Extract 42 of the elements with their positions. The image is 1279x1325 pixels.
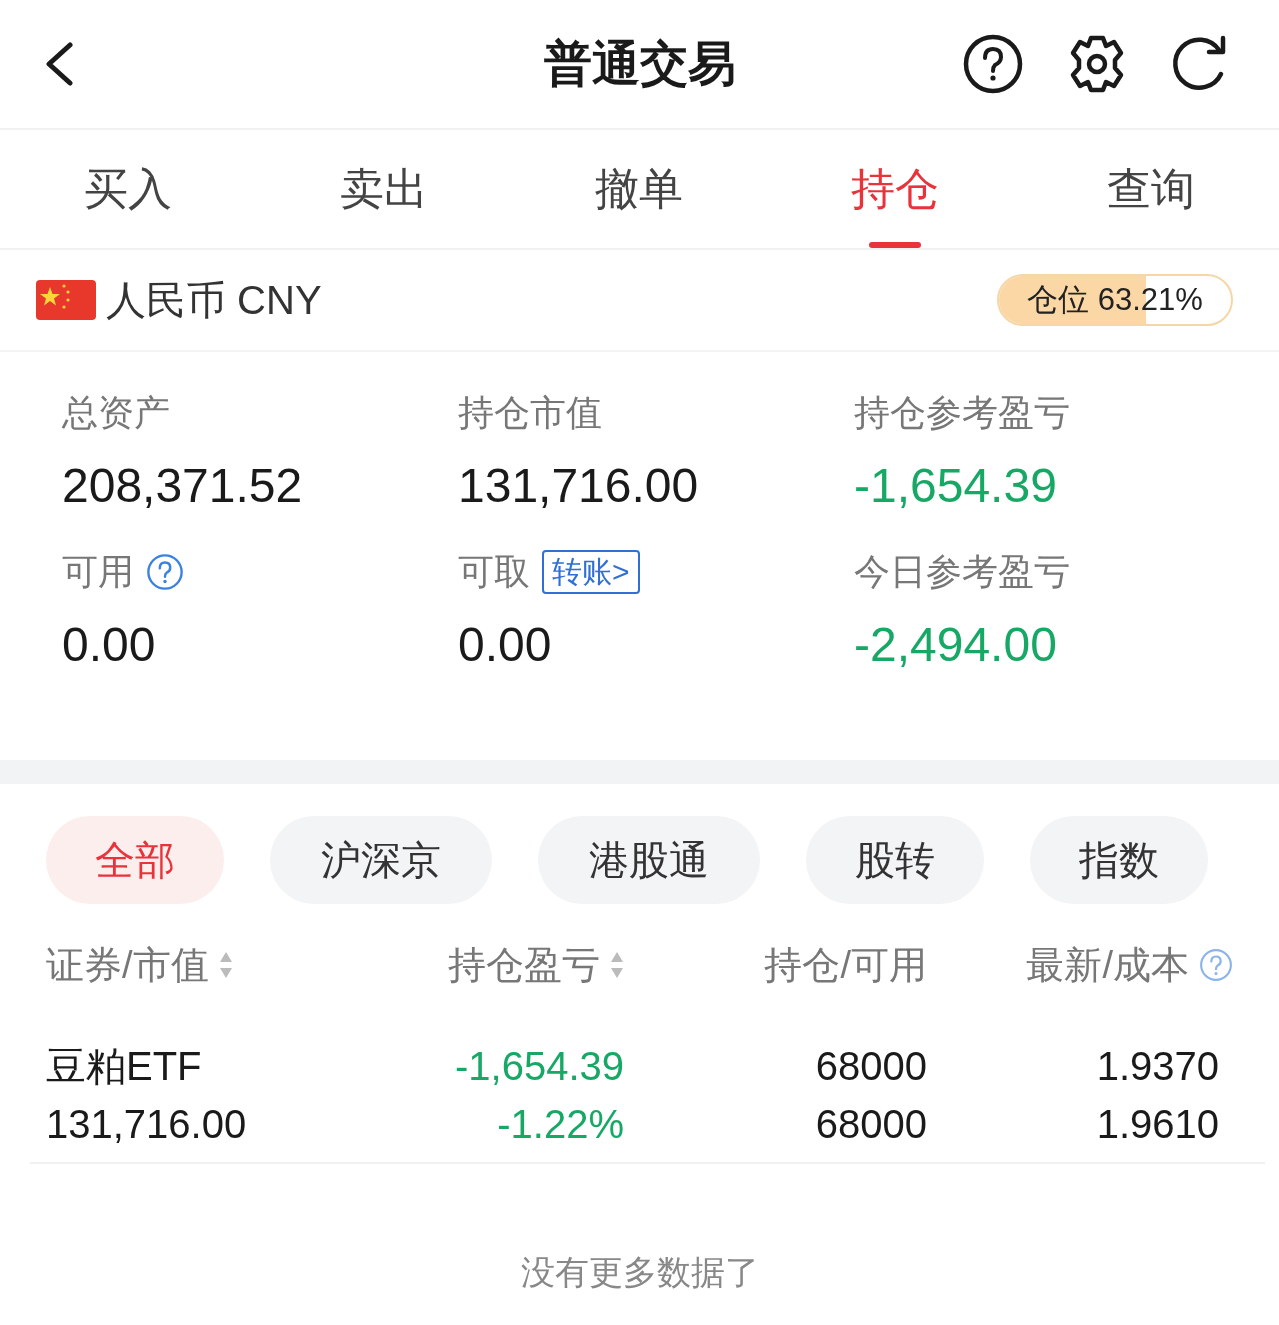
column-header: 最新/成本 [1026,942,1189,988]
filter-chip[interactable]: 股转 [806,816,984,904]
stat-label: 今日参考盈亏 [854,549,1070,594]
column-header[interactable]: 持仓盈亏 [448,939,600,991]
latest-price: 1.9370 [1096,1044,1219,1088]
stat-value: 0.00 [458,617,553,672]
stat-value: -1,654.39 [854,458,1058,513]
pnl-value: -1,654.39 [454,1044,624,1088]
no-more-data-text: 没有更多数据了 [520,1253,759,1291]
stat-label: 持仓市值 [458,390,602,435]
back-icon[interactable] [44,42,74,86]
market-value: 131,716.00 [46,1102,248,1146]
holding-quantity: 68000 [815,1044,927,1088]
tab[interactable]: 撤单 [511,130,768,248]
filter-chip[interactable]: 沪深京 [270,816,492,904]
cost-price: 1.9610 [1096,1102,1219,1146]
currency-label: 人民币 CNY [106,276,322,324]
stat-value: 208,371.52 [62,458,304,513]
available-quantity: 68000 [815,1102,927,1146]
column-header: 持仓/可用 [764,942,927,988]
stat-value: 131,716.00 [458,458,700,513]
pnl-percent: -1.22% [497,1102,624,1146]
filter-chip[interactable]: 全部 [46,816,224,904]
filter-chip[interactable]: 指数 [1030,816,1208,904]
flag-icon [36,280,96,320]
stat-value: 0.00 [62,617,157,672]
column-header[interactable]: 证券/市值 [46,939,209,991]
page-title: 普通交易 [543,36,736,92]
stat-label: 可用 [62,549,134,594]
stat-value: -2,494.00 [854,617,1058,672]
stat-label: 可取 [458,549,530,594]
tab[interactable]: 卖出 [255,130,512,248]
transfer-link[interactable]: 转账> [542,550,640,594]
security-name: 豆粕ETF [46,1044,203,1088]
tab[interactable]: 持仓 [767,130,1024,248]
position-meter: 仓位 63.21% [997,274,1233,326]
stat-label: 总资产 [62,390,170,435]
stat-label: 持仓参考盈亏 [854,390,1070,435]
help-icon[interactable] [963,34,1023,94]
tab[interactable]: 查询 [1023,130,1279,248]
tab[interactable]: 买入 [0,130,256,248]
filter-chip[interactable]: 港股通 [538,816,760,904]
